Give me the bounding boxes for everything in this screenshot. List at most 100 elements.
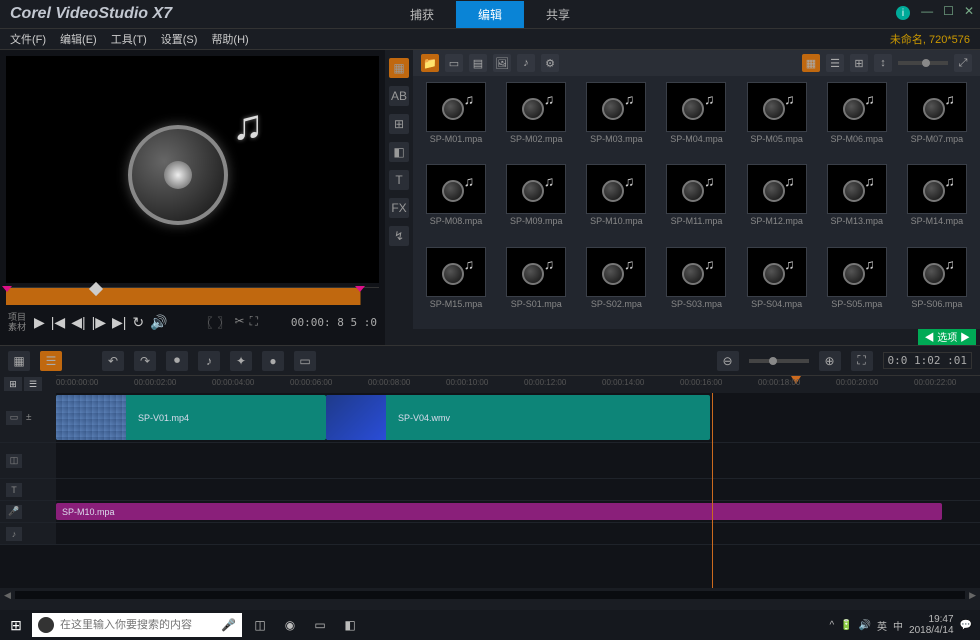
mixer-icon[interactable]: ♪: [198, 351, 220, 371]
clip-video-1[interactable]: SP-V01.mp4: [56, 395, 326, 440]
chapter-icon[interactable]: ●: [262, 351, 284, 371]
maximize-button[interactable]: ☐: [943, 4, 954, 18]
video-track-header[interactable]: ▭±: [0, 393, 56, 442]
timeline-ruler[interactable]: ⊞☰ 00:00:00:0000:00:02:0000:00:04:0000:0…: [0, 375, 980, 393]
taskbar-search[interactable]: 🎤: [32, 613, 242, 637]
library-item[interactable]: ♫SP-M07.mpa: [900, 82, 974, 158]
music-track-header[interactable]: ♪: [0, 523, 56, 544]
view-grid-icon[interactable]: ⊞: [850, 54, 868, 72]
trim-out-handle[interactable]: [355, 286, 365, 292]
expand-icon[interactable]: ⤢: [954, 54, 972, 72]
mark-in-icon[interactable]: 〖: [201, 314, 213, 331]
library-item[interactable]: ♫SP-M14.mpa: [900, 164, 974, 240]
volume-button[interactable]: 🔊: [150, 314, 167, 331]
tray-clock[interactable]: 19:472018/4/14: [909, 614, 954, 636]
trim-in-handle[interactable]: [2, 286, 12, 292]
sort-icon[interactable]: ↕: [874, 54, 892, 72]
library-item[interactable]: ♫SP-M08.mpa: [419, 164, 493, 240]
menu-help[interactable]: 帮助(H): [211, 31, 248, 47]
menu-tools[interactable]: 工具(T): [111, 31, 147, 47]
gear-icon[interactable]: ⚙: [541, 54, 559, 72]
preview-timecode[interactable]: 00:00: 8 5 :0: [291, 316, 377, 329]
sidebar-title-icon[interactable]: ⊞: [389, 114, 409, 134]
library-item[interactable]: ♫SP-M06.mpa: [820, 82, 894, 158]
tray-power-icon[interactable]: 🔋: [840, 620, 852, 631]
start-button[interactable]: ⊞: [4, 613, 28, 637]
library-item[interactable]: ♫SP-M09.mpa: [499, 164, 573, 240]
cortana-icon[interactable]: [38, 617, 54, 633]
menu-settings[interactable]: 设置(S): [161, 31, 198, 47]
library-zoom-slider[interactable]: [898, 61, 948, 65]
library-item[interactable]: ♫SP-M13.mpa: [820, 164, 894, 240]
ruler-toggle-b[interactable]: ☰: [24, 377, 42, 391]
tray-ime-1[interactable]: 英: [877, 618, 887, 633]
ruler-toggle-a[interactable]: ⊞: [4, 377, 22, 391]
menu-edit[interactable]: 编辑(E): [60, 31, 97, 47]
library-item[interactable]: ♫SP-M12.mpa: [740, 164, 814, 240]
repeat-button[interactable]: ↻: [132, 314, 144, 331]
timeline-zoom-slider[interactable]: [749, 359, 809, 363]
minimize-button[interactable]: —: [921, 4, 933, 18]
mic-icon[interactable]: 🎤: [221, 618, 236, 632]
notification-icon[interactable]: 💬: [960, 620, 972, 631]
show-image-icon[interactable]: 🖼: [493, 54, 511, 72]
library-item[interactable]: ♫SP-S04.mpa: [740, 247, 814, 323]
zoom-in-icon[interactable]: ⊕: [819, 351, 841, 371]
marker-icon[interactable]: ✦: [230, 351, 252, 371]
tray-vol-icon[interactable]: 🔊: [859, 620, 871, 631]
taskbar-app-1[interactable]: ◉: [276, 613, 304, 637]
library-item[interactable]: ♫SP-S06.mpa: [900, 247, 974, 323]
sidebar-transition-icon[interactable]: AB: [389, 86, 409, 106]
timeline-scrollbar[interactable]: ◀▶: [0, 588, 980, 602]
close-button[interactable]: ✕: [964, 4, 974, 18]
storyboard-view-icon[interactable]: ▦: [8, 351, 30, 371]
library-item[interactable]: ♫SP-M01.mpa: [419, 82, 493, 158]
menu-file[interactable]: 文件(F): [10, 31, 46, 47]
show-video-icon[interactable]: ▭: [445, 54, 463, 72]
library-item[interactable]: ♫SP-M15.mpa: [419, 247, 493, 323]
preview-screen[interactable]: ♫: [6, 56, 379, 283]
sidebar-graphic-icon[interactable]: ◧: [389, 142, 409, 162]
next-frame-button[interactable]: |▶: [92, 314, 106, 331]
sidebar-filter-icon[interactable]: FX: [389, 198, 409, 218]
library-item[interactable]: ♫SP-S05.mpa: [820, 247, 894, 323]
library-item[interactable]: ♫SP-M10.mpa: [579, 164, 653, 240]
library-item[interactable]: ♫SP-S01.mpa: [499, 247, 573, 323]
library-item[interactable]: ♫SP-M05.mpa: [740, 82, 814, 158]
redo-icon[interactable]: ↷: [134, 351, 156, 371]
clip-video-2[interactable]: SP-V04.wmv: [326, 395, 710, 440]
play-button[interactable]: ▶: [34, 314, 45, 331]
preview-mode-label[interactable]: 项目素材: [8, 312, 26, 332]
overlay-track-header[interactable]: ◫: [0, 443, 56, 478]
preview-scrubber[interactable]: [6, 287, 379, 305]
timeline-view-icon[interactable]: ☰: [40, 351, 62, 371]
sidebar-media-icon[interactable]: ▦: [389, 58, 409, 78]
sidebar-text-icon[interactable]: T: [389, 170, 409, 190]
home-button[interactable]: |◀: [51, 314, 65, 331]
fit-icon[interactable]: ⛶: [851, 351, 873, 371]
show-audio-icon[interactable]: ♪: [517, 54, 535, 72]
voice-track-header[interactable]: 🎤: [0, 501, 56, 522]
library-item[interactable]: ♫SP-M02.mpa: [499, 82, 573, 158]
view-thumb-icon[interactable]: ▦: [802, 54, 820, 72]
taskbar-app-3[interactable]: ◧: [336, 613, 364, 637]
timeline-timecode[interactable]: 0:0 1:02 :01: [883, 352, 972, 369]
folder-icon[interactable]: 📁: [421, 54, 439, 72]
undo-icon[interactable]: ↶: [102, 351, 124, 371]
library-item[interactable]: ♫SP-S03.mpa: [659, 247, 733, 323]
fullscreen-icon[interactable]: ⛶: [250, 314, 258, 331]
library-item[interactable]: ♫SP-M11.mpa: [659, 164, 733, 240]
info-icon[interactable]: i: [896, 6, 910, 20]
taskbar-app-2[interactable]: ▭: [306, 613, 334, 637]
tray-up-icon[interactable]: ^: [829, 620, 834, 631]
mark-out-icon[interactable]: 〗: [218, 314, 230, 331]
title-track-header[interactable]: T: [0, 479, 56, 500]
view-list-icon[interactable]: ☰: [826, 54, 844, 72]
tab-edit[interactable]: 编辑: [456, 1, 524, 28]
tab-capture[interactable]: 捕获: [388, 1, 456, 28]
show-photo-icon[interactable]: ▤: [469, 54, 487, 72]
sidebar-path-icon[interactable]: ↯: [389, 226, 409, 246]
library-item[interactable]: ♫SP-M03.mpa: [579, 82, 653, 158]
prev-frame-button[interactable]: ◀|: [71, 314, 85, 331]
playhead-line[interactable]: [712, 393, 713, 588]
